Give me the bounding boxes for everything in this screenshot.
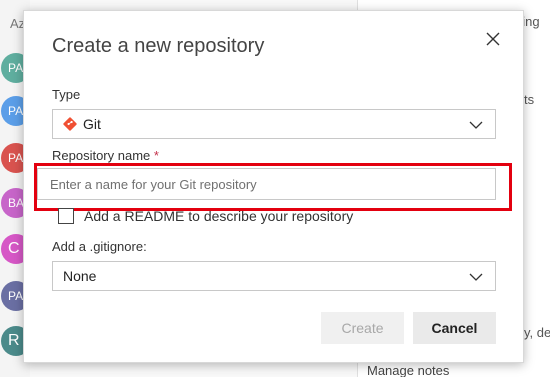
type-select[interactable]: Git — [52, 109, 496, 139]
chevron-down-icon — [469, 273, 483, 281]
repository-name-input[interactable] — [37, 168, 496, 200]
type-select-value: Git — [83, 116, 101, 132]
type-label: Type — [52, 87, 81, 102]
required-marker: * — [153, 148, 159, 163]
manage-notes-link[interactable]: Manage notes — [367, 363, 449, 377]
readme-checkbox-row[interactable]: Add a README to describe your repository — [58, 208, 353, 224]
background-text-fragment: y, de — [524, 325, 550, 340]
gitignore-select[interactable]: None — [52, 261, 496, 291]
create-button[interactable]: Create — [321, 312, 404, 344]
close-icon — [486, 32, 500, 46]
repository-name-label-text: Repository name — [52, 148, 151, 163]
chevron-down-icon — [469, 121, 483, 129]
close-button[interactable] — [485, 31, 503, 49]
git-icon — [63, 117, 77, 131]
readme-checkbox[interactable] — [58, 208, 74, 224]
readme-checkbox-label: Add a README to describe your repository — [84, 208, 354, 224]
gitignore-label: Add a .gitignore: — [52, 239, 147, 254]
dialog-title: Create a new repository — [52, 35, 265, 57]
background-text-fragment: ts — [524, 92, 535, 107]
cancel-button[interactable]: Cancel — [413, 312, 496, 344]
repository-name-label: Repository name * — [52, 148, 159, 163]
gitignore-select-value: None — [63, 268, 97, 284]
